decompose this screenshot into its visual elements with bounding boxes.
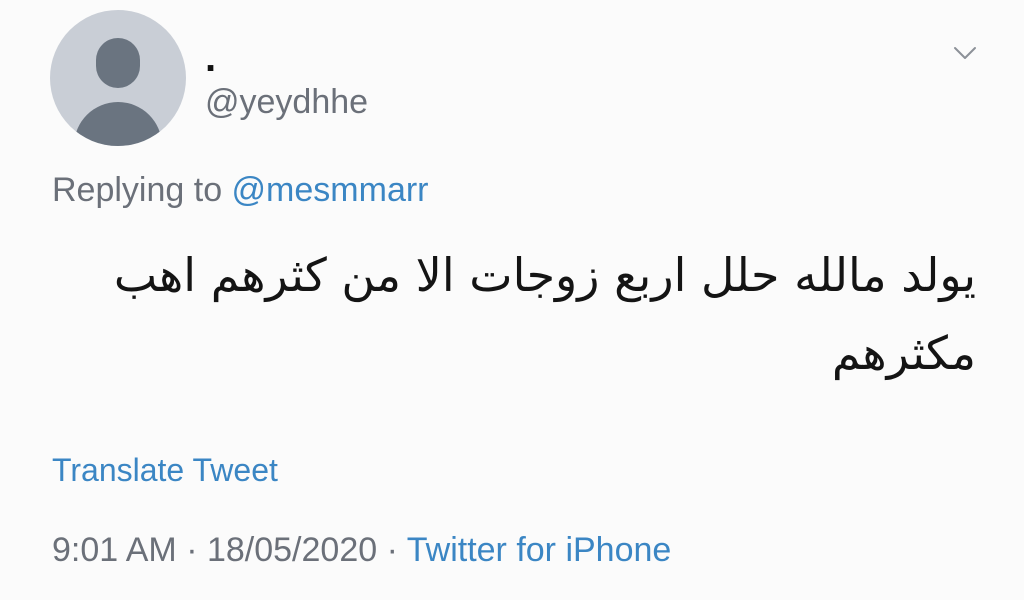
translate-tweet-link[interactable]: Translate Tweet [52, 448, 278, 492]
replying-to-label: Replying to [52, 171, 232, 209]
tweet-text: يولد مالله حلل اربع زوجات الا من كثرهم ا… [113, 248, 976, 380]
replying-to-line: Replying to @mesmmarr [52, 168, 429, 212]
tweet-time: 9:01 AM [52, 531, 177, 569]
tweet-metadata: 9:01 AM · 18/05/2020 · Twitter for iPhon… [52, 526, 671, 574]
avatar-body-shape [74, 102, 162, 146]
reply-mention-link[interactable]: @mesmmarr [232, 171, 429, 209]
chevron-down-icon[interactable] [952, 40, 978, 66]
tweet-card: . @yeydhhe Replying to @mesmmarr يولد ما… [0, 0, 1024, 600]
tweet-date: 18/05/2020 [206, 531, 378, 569]
meta-separator: · [377, 531, 407, 569]
display-name[interactable]: . [205, 38, 216, 78]
tweet-source-link[interactable]: Twitter for iPhone [407, 531, 672, 569]
default-avatar-icon [96, 38, 140, 88]
meta-separator: · [176, 531, 207, 569]
user-handle[interactable]: @yeydhhe [205, 82, 368, 122]
avatar[interactable] [50, 10, 186, 146]
